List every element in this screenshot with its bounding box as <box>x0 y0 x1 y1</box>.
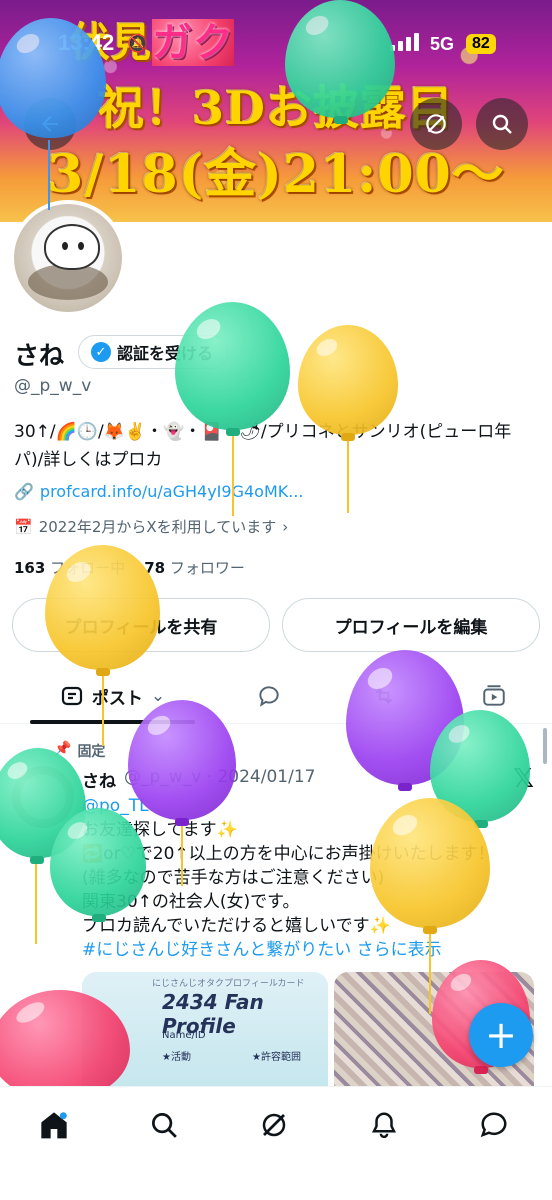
profile-name: さね <box>14 341 65 370</box>
messages-icon <box>480 1112 507 1138</box>
network-type: 5G <box>430 34 455 54</box>
nav-search[interactable] <box>144 1105 184 1145</box>
grok-icon <box>426 114 446 134</box>
post-author[interactable]: さね <box>82 767 116 792</box>
post-hashtag[interactable]: #にじさんじ好きさんと繋がりたい <box>82 940 351 960</box>
calendar-icon: 📅 <box>14 517 33 536</box>
banner-line-3: 3/18(金)21:00〜 <box>47 144 505 205</box>
pochacco-avatar-image <box>44 224 100 270</box>
silent-mode-icon: 🔕 <box>127 34 149 53</box>
compose-post-button[interactable]: + <box>469 1003 533 1067</box>
profile-handle: @_p_w_v <box>14 376 92 396</box>
profile-link[interactable]: 🔗 profcard.info/u/aGH4yI9G4oMK... <box>14 482 304 501</box>
grok-icon <box>262 1113 286 1137</box>
tab-replies[interactable] <box>245 668 293 724</box>
nav-messages[interactable] <box>474 1105 514 1145</box>
home-icon <box>41 1112 67 1139</box>
join-date[interactable]: 📅 2022年2月からXを利用しています › <box>14 516 288 537</box>
media-icon <box>483 685 505 706</box>
bottom-navigation <box>0 1086 552 1200</box>
grok-button[interactable] <box>410 98 462 150</box>
search-icon <box>492 114 512 134</box>
profile-bio: 30↑/🌈🕒/🦊✌️・👻・🎴・🌶/プリコネとサンリオ(ピューロ年パ)/詳しくはプ… <box>14 422 512 470</box>
profile-screen: 伏見ガク 祝！3Dお披露目 3/18(金)21:00〜 13:42 🔕 5G 8… <box>0 0 552 1200</box>
link-icon: 🔗 <box>14 482 34 501</box>
search-icon <box>152 1113 177 1138</box>
nav-notifications[interactable] <box>364 1105 404 1145</box>
nav-home[interactable] <box>34 1105 74 1145</box>
battery-indicator: 82 <box>466 34 496 54</box>
chevron-right-icon: › <box>282 517 289 536</box>
nav-grok[interactable] <box>254 1105 294 1145</box>
cellular-signal-icon <box>390 33 419 51</box>
verified-badge-icon: ✓ <box>91 342 111 362</box>
posts-tab-icon <box>61 686 82 706</box>
search-button[interactable] <box>476 98 528 150</box>
replies-icon <box>259 686 279 707</box>
profile-avatar[interactable] <box>10 200 126 316</box>
followers-link[interactable]: 78 フォロワー <box>144 559 245 577</box>
notifications-icon <box>371 1112 397 1139</box>
edit-profile-button[interactable]: プロフィールを編集 <box>282 598 540 652</box>
scrollbar[interactable] <box>543 728 547 764</box>
